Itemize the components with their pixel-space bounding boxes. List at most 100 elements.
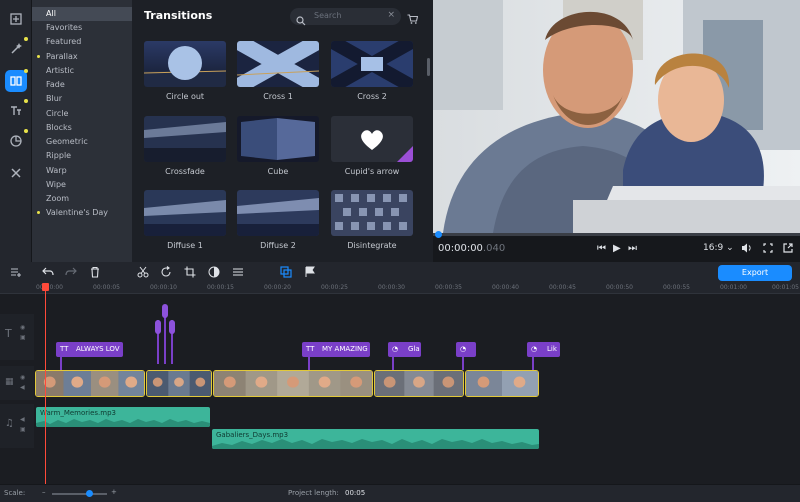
transition-thumb-diffuse-1[interactable] [144,190,226,236]
transition-thumb-disintegrate[interactable] [331,190,413,236]
timeline-toolbar [0,262,800,282]
effect-marker[interactable] [155,320,161,334]
color-adjust-icon[interactable] [208,266,220,278]
tools-icon[interactable] [5,162,27,184]
category-item[interactable]: Featured [32,35,132,49]
transitions-icon[interactable] [5,69,28,92]
scrub-handle[interactable] [435,231,442,238]
video-track-header: ▦ ◉ ◀ [0,366,34,400]
clip-properties-icon[interactable] [232,266,244,278]
overlay-icon[interactable] [280,266,292,278]
ruler-mark: 00:00:25 [321,284,348,291]
category-item[interactable]: Favorites [32,21,132,35]
category-item[interactable]: Fade [32,78,132,92]
transition-label: Circle out [165,92,205,101]
category-item[interactable]: Ripple [32,149,132,163]
transition-label: Cube [267,167,289,176]
ruler-mark: 00:00:40 [492,284,519,291]
rotate-icon[interactable] [160,266,172,278]
lock-icon[interactable]: ▣ [20,334,26,341]
visibility-icon[interactable]: ◉ [20,324,25,331]
video-clip[interactable] [213,370,373,397]
transition-thumb-cross-2[interactable] [331,41,413,87]
video-clip[interactable] [146,370,212,397]
magic-wand-icon[interactable] [5,37,28,60]
mute-icon[interactable]: ◀ [20,384,25,391]
volume-icon[interactable] [741,243,752,256]
import-icon[interactable] [5,8,27,30]
playhead[interactable] [45,286,46,484]
category-item[interactable]: Blur [32,92,132,106]
title-clip[interactable]: ◔ Lik [527,342,560,357]
transition-thumb-cube[interactable] [237,116,319,162]
category-item[interactable]: Wipe [32,178,132,192]
scale-slider[interactable] [52,490,107,497]
cut-icon[interactable] [137,266,149,278]
add-track-icon[interactable] [10,266,22,278]
category-item[interactable]: Parallax [32,50,132,64]
scale-slider-handle[interactable] [86,490,93,497]
scrollbar[interactable] [427,58,430,76]
effect-marker[interactable] [169,320,175,334]
category-item[interactable]: Zoom [32,192,132,206]
delete-icon[interactable] [89,266,101,278]
transition-thumb-cross-1[interactable] [237,41,319,87]
category-item[interactable]: Valentine's Day [32,206,132,220]
effect-marker[interactable] [162,304,168,318]
title-clip[interactable]: ◔ Gla [388,342,421,357]
audio-clip[interactable]: Gabaliers_Days.mp3 [212,429,539,449]
category-item[interactable]: Warp [32,164,132,178]
clear-search-icon[interactable]: × [387,10,395,20]
transition-thumb-crossfade[interactable] [144,116,226,162]
scrub-bar[interactable] [433,231,800,238]
search-input[interactable]: Search × [290,8,401,26]
category-item[interactable]: All [32,7,132,21]
title-stem [532,356,534,370]
category-item[interactable]: Geometric [32,135,132,149]
ruler-mark: 00:00:55 [663,284,690,291]
video-clip[interactable] [374,370,464,397]
ruler-mark: 00:00:30 [378,284,405,291]
titles-icon[interactable] [5,99,28,122]
category-item[interactable]: Artistic [32,64,132,78]
play-icon[interactable]: ▶ [613,243,621,254]
title-clip[interactable]: TT ALWAYS LOV [56,342,123,357]
video-preview: 00:00:00.040 ⏮ ▶ ⏭ 16:9 ⌄ [433,0,800,262]
next-frame-icon[interactable]: ⏭ [628,243,637,254]
cart-icon[interactable] [407,9,419,28]
fit-screen-icon[interactable] [763,243,773,256]
zoom-in-icon[interactable]: + [111,488,117,496]
zoom-out-icon[interactable]: – [42,488,46,496]
export-button[interactable]: Export [718,265,792,281]
ruler-mark: 00:00:05 [93,284,120,291]
undo-icon[interactable] [42,266,54,278]
video-clip[interactable] [35,370,145,397]
transition-thumb-cupids-arrow[interactable] [331,116,413,162]
category-item[interactable]: Blocks [32,121,132,135]
visibility-icon[interactable]: ◉ [20,374,25,381]
time-ruler[interactable]: 00:00:00 00:00:05 00:00:10 00:00:15 00:0… [0,282,800,294]
redo-icon[interactable] [65,266,77,278]
title-clip[interactable]: TT MY AMAZING [302,342,370,357]
stickers-icon[interactable] [5,129,28,152]
title-stem [308,356,310,370]
fullscreen-icon[interactable] [783,243,793,256]
marker-flag-icon[interactable] [304,266,316,278]
previous-frame-icon[interactable]: ⏮ [597,243,606,254]
transition-thumb-diffuse-2[interactable] [237,190,319,236]
transition-thumb-circle-out[interactable] [144,41,226,87]
search-placeholder: Search [314,11,342,20]
audio-clip[interactable]: Warm_Memories.mp3 [36,407,210,427]
video-clip[interactable] [465,370,539,397]
crop-icon[interactable] [184,266,196,278]
title-stem [60,356,62,370]
preview-frame[interactable] [433,0,800,233]
category-item[interactable]: Circle [32,107,132,121]
mute-icon[interactable]: ◀ [20,416,25,423]
transition-label: Diffuse 2 [260,241,296,250]
title-clip[interactable]: ◔ [456,342,476,357]
aspect-ratio-select[interactable]: 16:9 ⌄ [703,243,734,253]
title-stem [392,356,394,370]
lock-icon[interactable]: ▣ [20,426,26,433]
app-window: All Favorites Featured Parallax Artistic… [0,0,800,502]
